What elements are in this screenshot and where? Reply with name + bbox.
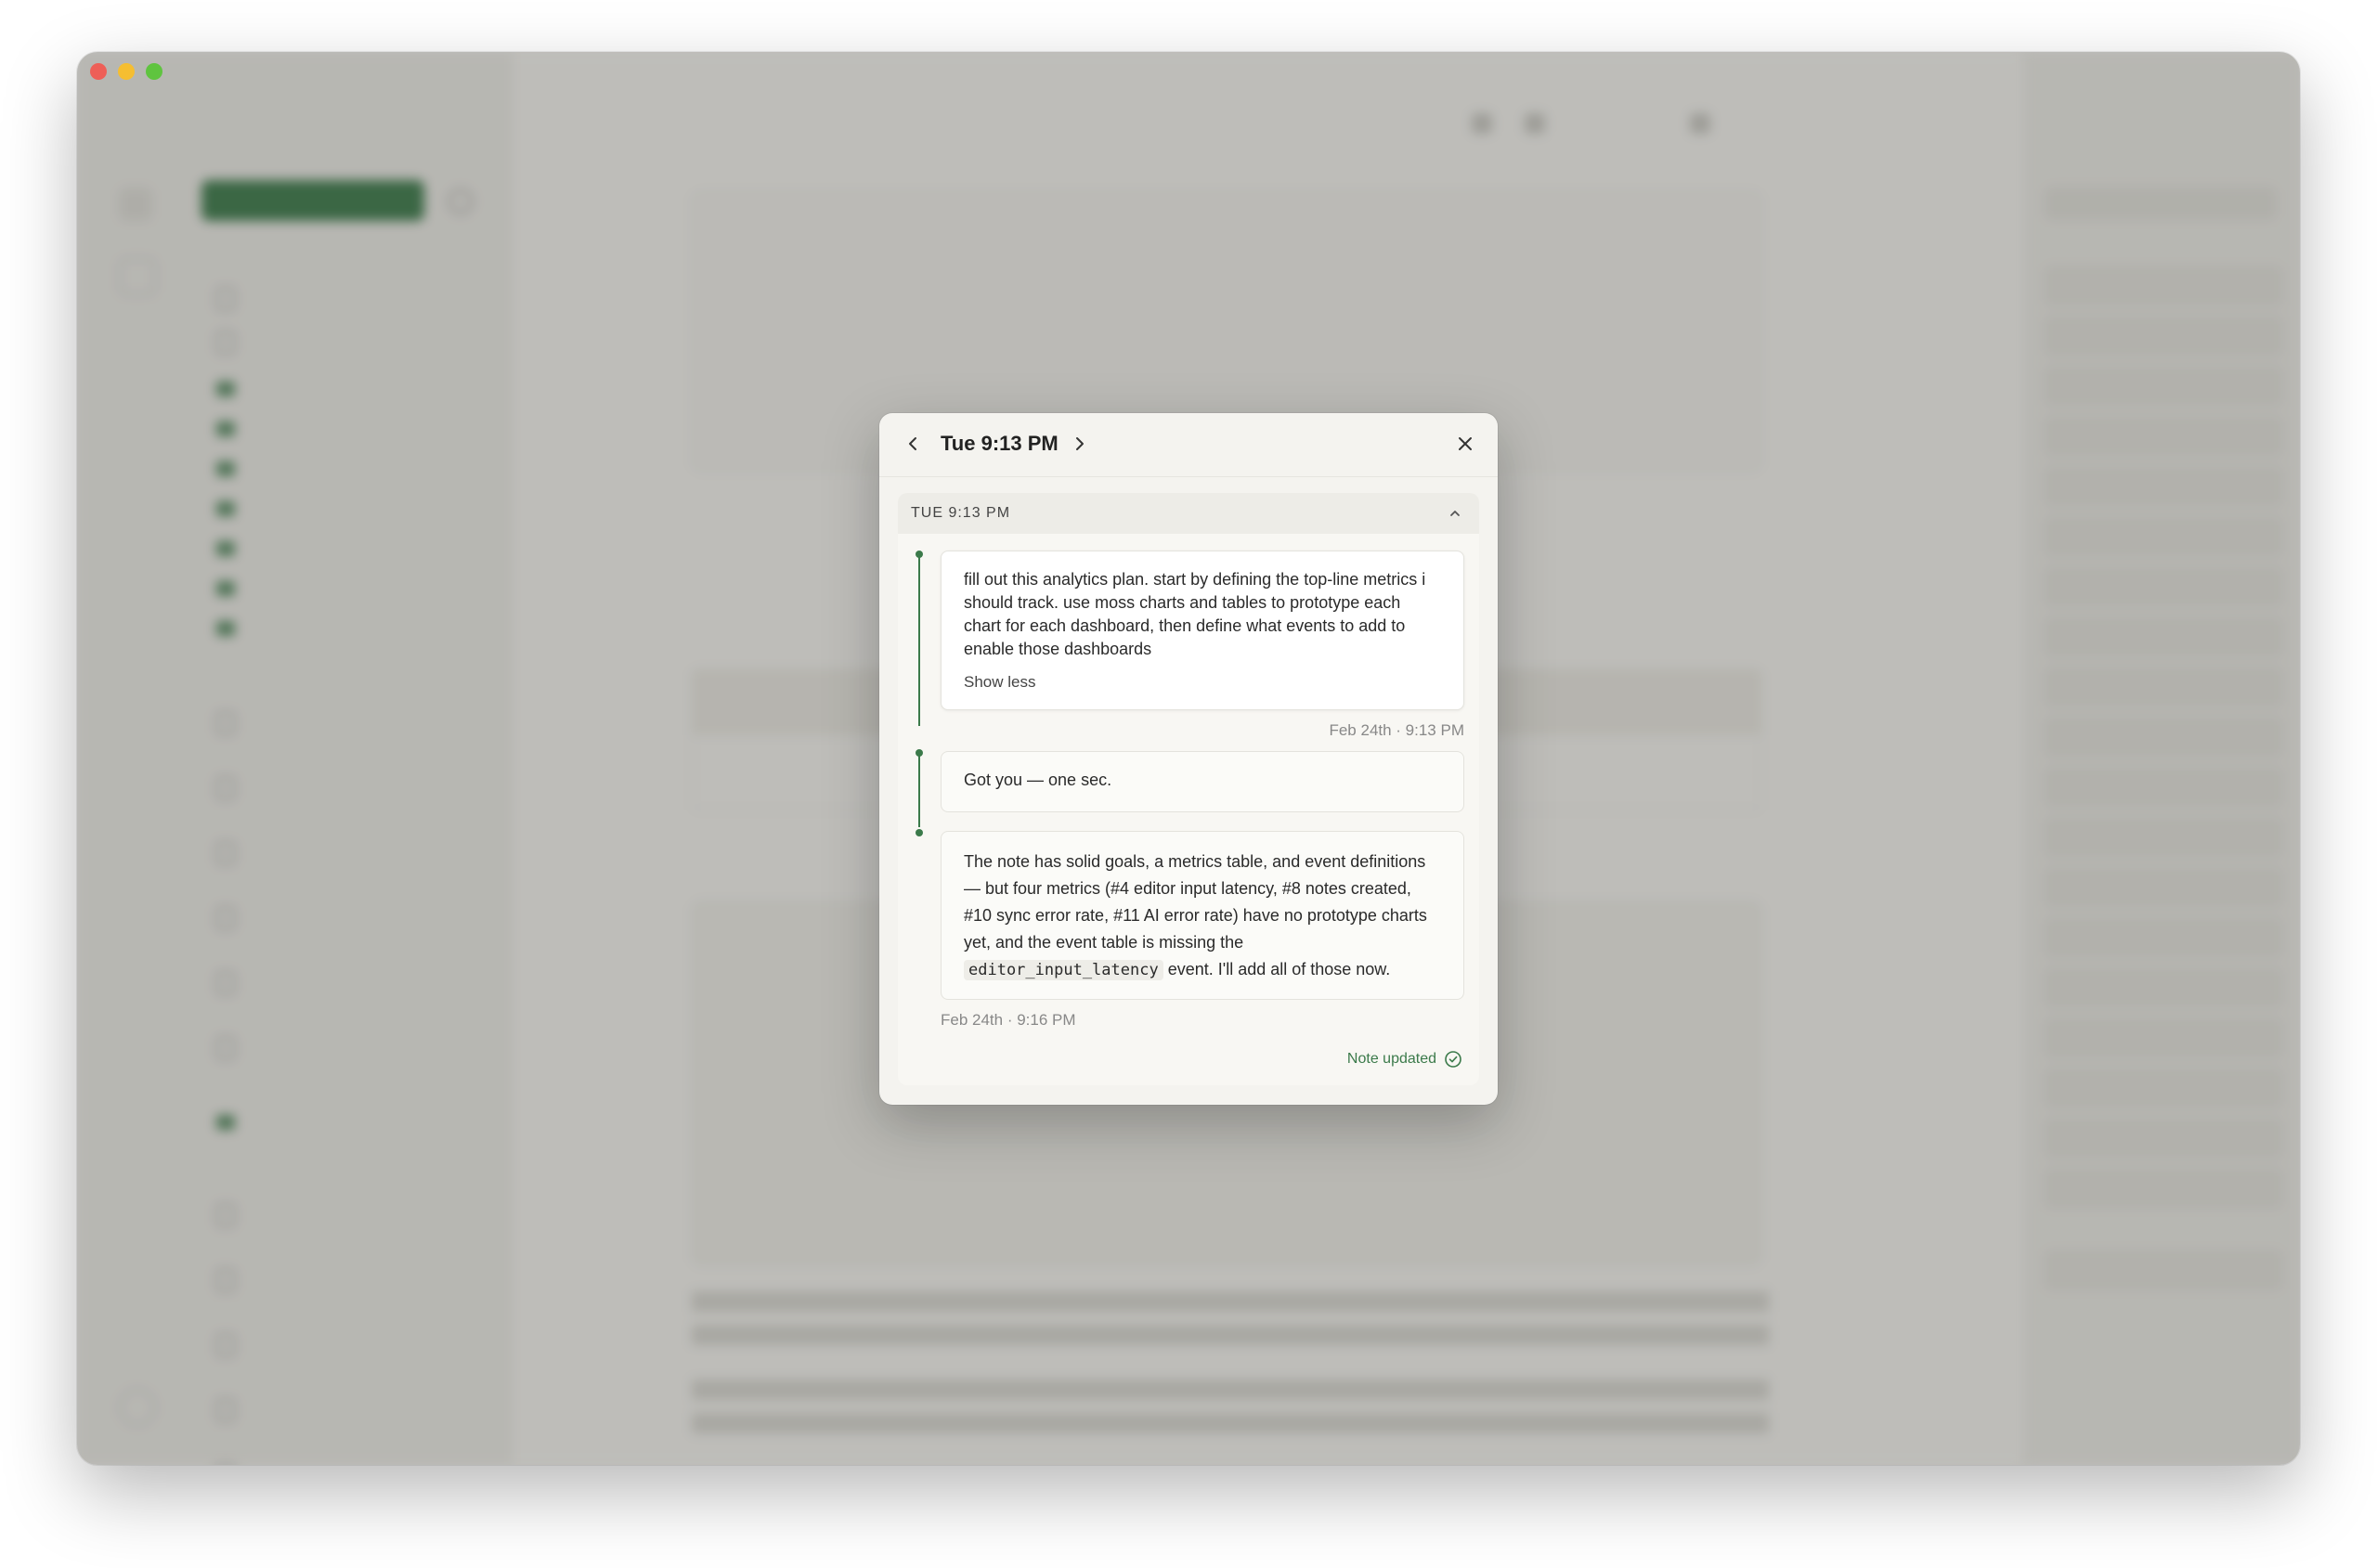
close-window-button[interactable] xyxy=(90,63,107,80)
message-text: The note has solid goals, a metrics tabl… xyxy=(964,852,1427,952)
modal-title: Tue 9:13 PM xyxy=(941,432,1059,455)
session-section-header[interactable]: TUE 9:13 PM xyxy=(898,493,1479,534)
prev-button[interactable] xyxy=(900,430,928,458)
status-label: Note updated xyxy=(1346,1051,1436,1067)
session-label: TUE 9:13 PM xyxy=(911,505,1011,521)
note-updated-status: Note updated xyxy=(1347,1050,1462,1069)
message-timestamp: Feb 24th · 9:13 PM xyxy=(1329,721,1464,739)
history-modal: Tue 9:13 PM TUE 9:13 PM fill out this an… xyxy=(879,413,1498,1105)
user-message: fill out this analytics plan. start by d… xyxy=(941,551,1464,710)
timeline-dot xyxy=(916,829,923,836)
timeline-dot xyxy=(916,749,923,757)
minimize-window-button[interactable] xyxy=(118,63,135,80)
chevron-up-icon xyxy=(1450,511,1460,516)
inline-code: editor_input_latency xyxy=(964,960,1163,980)
chevron-left-icon xyxy=(909,437,916,450)
collapse-toggle[interactable] xyxy=(1444,502,1466,525)
timeline-line xyxy=(918,554,920,726)
close-icon xyxy=(1459,437,1472,450)
assistant-message: The note has solid goals, a metrics tabl… xyxy=(941,831,1464,1000)
check-circle-icon xyxy=(1445,1051,1461,1068)
conversation-body: TUE 9:13 PM fill out this analytics plan… xyxy=(898,493,1479,1085)
next-button[interactable] xyxy=(1065,430,1093,458)
message-timestamp: Feb 24th · 9:16 PM xyxy=(941,1011,1076,1029)
close-button[interactable] xyxy=(1451,430,1479,458)
timeline-dot xyxy=(916,551,923,558)
window-controls xyxy=(90,63,162,80)
show-less-button[interactable]: Show less xyxy=(964,670,1441,693)
maximize-window-button[interactable] xyxy=(146,63,162,80)
message-text: fill out this analytics plan. start by d… xyxy=(964,570,1426,658)
timeline-line xyxy=(918,753,920,827)
modal-header: Tue 9:13 PM xyxy=(879,413,1498,477)
message-text: event. I'll add all of those now. xyxy=(1167,960,1391,978)
assistant-message: Got you — one sec. xyxy=(941,751,1464,812)
chevron-right-icon xyxy=(1076,437,1084,450)
message-text: Got you — one sec. xyxy=(964,771,1112,789)
